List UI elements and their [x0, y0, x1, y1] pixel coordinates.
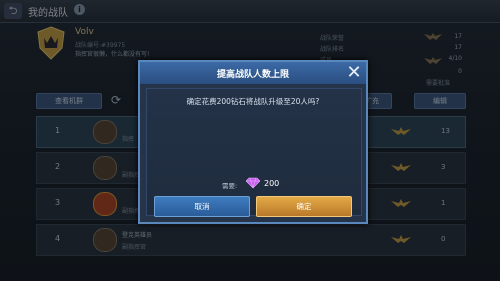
dialog-header: 提高战队人数上限 ✕ [140, 62, 366, 84]
dialog-message: 确定花费200钻石将战队升级至20人吗? [186, 97, 320, 106]
cost-value: 200 [264, 179, 280, 188]
cost-label: 需要: [222, 182, 238, 190]
confirm-button[interactable]: 确定 [256, 196, 352, 217]
close-icon[interactable]: ✕ [344, 63, 364, 83]
dialog-title: 提高战队人数上限 [216, 70, 289, 80]
diamond-icon [246, 177, 260, 189]
upgrade-dialog: 提高战队人数上限 ✕ 确定花费200钻石将战队升级至20人吗? 需要: 200 … [138, 60, 368, 224]
cancel-button[interactable]: 取消 [154, 196, 250, 217]
